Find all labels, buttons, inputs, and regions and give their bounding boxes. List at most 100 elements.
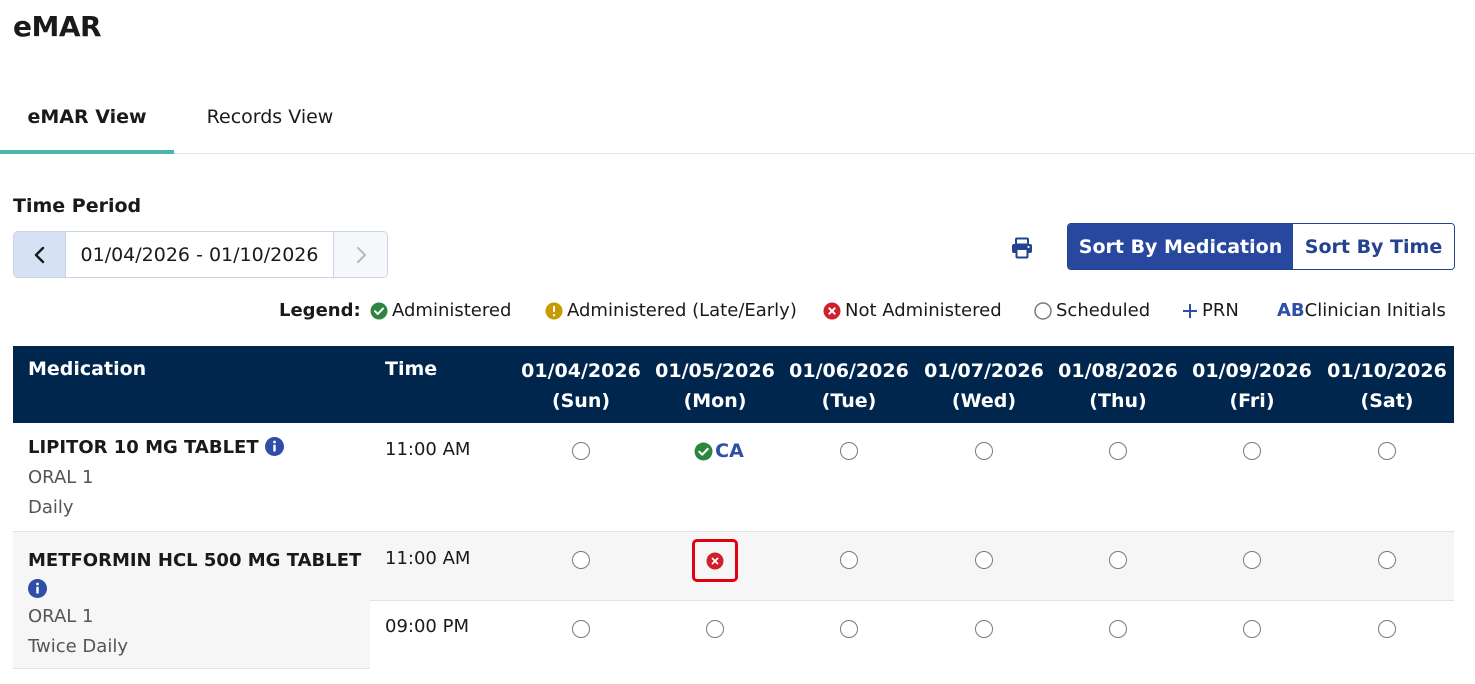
empty-circle-icon [1243, 551, 1261, 569]
status-scheduled[interactable] [829, 609, 869, 649]
empty-circle-icon [1109, 442, 1127, 460]
day-date: 01/05/2026 [655, 360, 775, 382]
sort-toggle: Sort By Medication Sort By Time [1067, 223, 1455, 270]
empty-circle-icon [840, 442, 858, 460]
print-button[interactable] [1008, 234, 1036, 262]
status-scheduled[interactable] [1232, 431, 1272, 471]
legend-ab-mark: AB [1277, 300, 1305, 321]
legend-prn-label: PRN [1202, 300, 1239, 321]
plus-icon [1183, 303, 1197, 318]
status-scheduled[interactable] [561, 431, 601, 471]
empty-circle-icon [1378, 442, 1396, 460]
empty-circle-icon [572, 551, 590, 569]
status-scheduled[interactable] [964, 540, 1004, 580]
legend-initials-label: Clinician Initials [1304, 300, 1446, 321]
empty-circle-icon [1243, 620, 1261, 638]
status-not-administered[interactable] [692, 539, 738, 582]
table-subrow: 09:00 PM [370, 600, 1454, 669]
empty-circle-icon [840, 551, 858, 569]
legend-administered-label: Administered [392, 300, 512, 321]
administration-time: 11:00 AM [385, 439, 471, 460]
next-week-button[interactable] [334, 232, 387, 277]
day-date: 01/09/2026 [1192, 360, 1312, 382]
empty-circle-icon [1109, 620, 1127, 638]
empty-circle-icon [1109, 551, 1127, 569]
status-scheduled[interactable] [1232, 609, 1272, 649]
day-weekday: (Wed) [951, 390, 1017, 412]
printer-icon [1012, 237, 1032, 259]
day-weekday: (Sun) [551, 390, 611, 412]
medication-route: ORAL 1 [28, 467, 94, 488]
medication-name: LIPITOR 10 MG TABLET [28, 437, 284, 458]
info-icon[interactable] [28, 579, 47, 598]
tab-emar-view[interactable]: eMAR View [0, 84, 174, 154]
empty-circle-icon [1378, 551, 1396, 569]
medication-frequency: Twice Daily [28, 636, 128, 657]
chevron-left-icon [34, 246, 44, 263]
status-scheduled[interactable] [829, 540, 869, 580]
empty-circle-icon [572, 442, 590, 460]
previous-week-button[interactable] [14, 232, 66, 277]
time-period-label: Time Period [13, 195, 142, 217]
x-circle-icon [706, 552, 724, 569]
column-header-day: 01/06/2026 (Tue) [782, 356, 916, 416]
legend-scheduled-label: Scheduled [1056, 300, 1151, 321]
status-scheduled[interactable] [1098, 609, 1138, 649]
day-date: 01/10/2026 [1327, 360, 1447, 382]
clinician-initials: CA [715, 440, 744, 462]
legend-not-administered: Not Administered [823, 300, 1002, 321]
column-header-time: Time [385, 358, 438, 380]
medication-frequency: Daily [28, 497, 74, 518]
status-scheduled[interactable] [1367, 431, 1407, 471]
day-weekday: (Thu) [1089, 390, 1147, 412]
empty-circle-icon [840, 620, 858, 638]
day-weekday: (Mon) [683, 390, 747, 412]
tab-records-view[interactable]: Records View [186, 84, 354, 154]
column-header-day: 01/05/2026 (Mon) [648, 356, 782, 416]
date-range-navigator: 01/04/2026 - 01/10/2026 [13, 231, 388, 278]
empty-circle-icon [1243, 442, 1261, 460]
column-header-day: 01/07/2026 (Wed) [917, 356, 1051, 416]
status-scheduled[interactable] [1098, 431, 1138, 471]
medication-name: METFORMIN HCL 500 MG TABLET [28, 546, 368, 604]
info-icon[interactable] [264, 437, 284, 456]
column-header-day: 01/09/2026 (Fri) [1185, 356, 1319, 416]
x-circle-icon [823, 302, 841, 319]
empty-circle-icon [975, 442, 993, 460]
status-scheduled[interactable] [1232, 540, 1272, 580]
legend-clinician-initials: AB Clinician Initials [1277, 300, 1446, 321]
empty-circle-icon [1034, 301, 1052, 320]
check-circle-icon [694, 442, 713, 460]
day-date: 01/08/2026 [1058, 360, 1178, 382]
empty-circle-icon [975, 551, 993, 569]
day-date: 01/04/2026 [521, 360, 641, 382]
chevron-right-icon [356, 246, 366, 263]
status-scheduled[interactable] [1367, 609, 1407, 649]
status-scheduled[interactable] [561, 540, 601, 580]
empty-circle-icon [975, 620, 993, 638]
legend-late-early-label: Administered (Late/Early) [567, 300, 797, 321]
legend-scheduled: Scheduled [1034, 300, 1150, 321]
check-circle-icon [370, 302, 388, 319]
legend-title: Legend: [279, 300, 361, 321]
status-scheduled[interactable] [829, 431, 869, 471]
legend-not-administered-label: Not Administered [845, 300, 1002, 321]
sort-by-time-button[interactable]: Sort By Time [1293, 224, 1454, 269]
status-administered[interactable]: CA [689, 431, 749, 471]
legend-prn: PRN [1182, 300, 1239, 321]
table-row: METFORMIN HCL 500 MG TABLET ORAL 1 Twice… [13, 532, 1454, 669]
administration-time: 11:00 AM [385, 548, 471, 569]
status-scheduled[interactable] [1367, 540, 1407, 580]
empty-circle-icon [706, 620, 724, 638]
status-scheduled[interactable] [695, 609, 735, 649]
day-weekday: (Sat) [1360, 390, 1414, 412]
medication-route: ORAL 1 [28, 606, 94, 627]
status-scheduled[interactable] [964, 609, 1004, 649]
status-scheduled[interactable] [1098, 540, 1138, 580]
day-date: 01/06/2026 [789, 360, 909, 382]
sort-by-medication-button[interactable]: Sort By Medication [1068, 224, 1293, 269]
status-scheduled[interactable] [561, 609, 601, 649]
status-scheduled[interactable] [964, 431, 1004, 471]
column-header-day: 01/08/2026 (Thu) [1051, 356, 1185, 416]
page-title: eMAR [13, 10, 102, 43]
